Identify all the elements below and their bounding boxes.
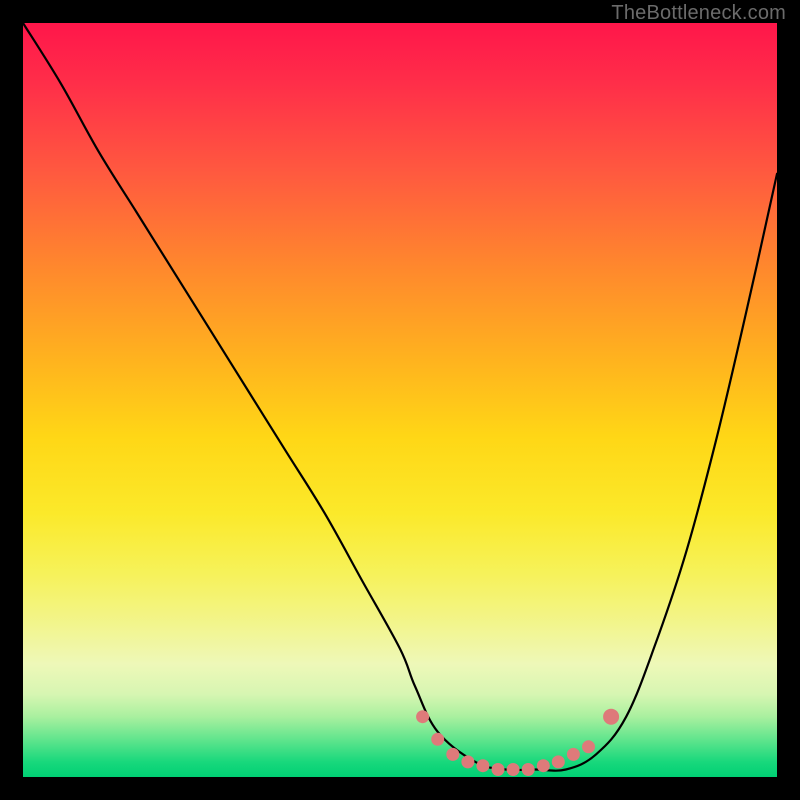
curve-marker (446, 748, 459, 761)
curve-marker (522, 763, 535, 776)
chart-svg-layer (23, 23, 777, 777)
chart-frame: TheBottleneck.com (0, 0, 800, 800)
curve-marker (582, 740, 595, 753)
curve-marker (416, 710, 429, 723)
curve-marker (492, 763, 505, 776)
curve-marker (476, 759, 489, 772)
curve-marker (461, 755, 474, 768)
curve-marker (507, 763, 520, 776)
curve-marker (537, 759, 550, 772)
bottleneck-curve-line (23, 23, 777, 771)
curve-marker (567, 748, 580, 761)
attribution-text: TheBottleneck.com (611, 2, 786, 25)
curve-marker (552, 755, 565, 768)
curve-marker (431, 733, 444, 746)
curve-marker (603, 709, 619, 725)
